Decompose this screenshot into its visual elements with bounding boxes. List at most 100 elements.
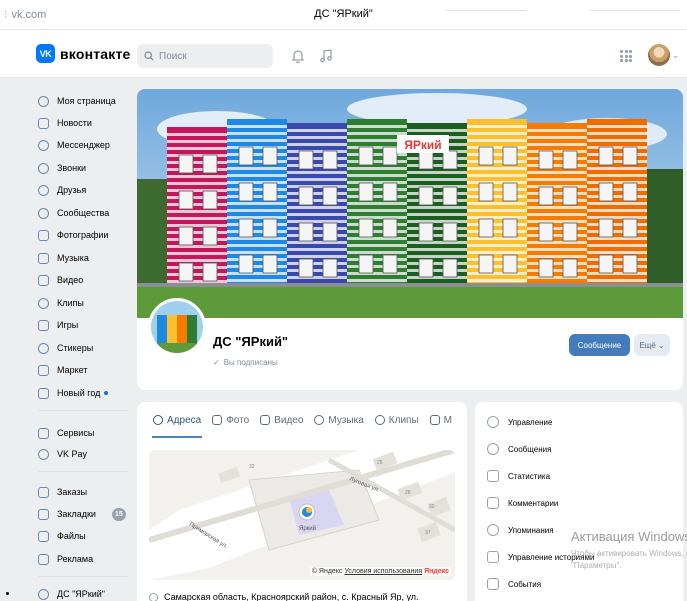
building-stripe: [407, 241, 467, 244]
building-stripe: [587, 251, 647, 254]
sidebar-item-services[interactable]: Сервисы: [38, 424, 94, 442]
building-stripe: [467, 216, 527, 219]
tab-video[interactable]: Видео: [260, 415, 303, 426]
building-window: [478, 182, 494, 202]
yandex-logo[interactable]: Яндекс: [424, 568, 449, 575]
groups-icon: [38, 207, 49, 219]
building-stripe: [167, 266, 227, 269]
building-stripe: [527, 164, 587, 167]
menu-item-events[interactable]: События: [487, 575, 541, 593]
sidebar-item-stickers[interactable]: Стикеры: [38, 339, 93, 357]
menu-item-label: Комментарии: [508, 498, 559, 508]
browser-divider: [446, 10, 526, 11]
building-window: [502, 218, 518, 238]
sidebar-item-ads[interactable]: Реклама: [38, 550, 93, 568]
bookmark-icon: [38, 508, 49, 520]
building-stripe: [287, 150, 347, 153]
video-icon: [38, 274, 49, 286]
map[interactable]: Яркий Луговая ул. Приморская ул. 32 26 2…: [149, 450, 455, 580]
tab-clips[interactable]: Клипы: [374, 415, 419, 426]
tab-label: М: [443, 414, 452, 426]
building-window: [202, 262, 218, 282]
building-stripe: [587, 132, 647, 135]
building-stripe: [587, 265, 647, 268]
building-stripe: [167, 161, 227, 164]
content-tabs: Адреса Фото Видео Музыка Клипы М: [137, 402, 467, 438]
avatar[interactable]: [648, 44, 670, 66]
sidebar-item-new-year[interactable]: Новый год: [38, 384, 109, 402]
tab-music[interactable]: Музыка: [314, 415, 364, 426]
sidebar-item-music[interactable]: Музыка: [38, 249, 89, 267]
menu-item-comments[interactable]: Комментарии: [487, 494, 558, 512]
sidebar-item-messenger[interactable]: Мессенджер: [38, 136, 110, 154]
tab-more[interactable]: М: [429, 414, 452, 426]
sidebar-item-my-page[interactable]: Моя страница: [38, 92, 116, 110]
bell-icon[interactable]: [290, 48, 306, 64]
building-stripe: [587, 188, 647, 191]
building-stripe: [527, 199, 587, 202]
search-input[interactable]: Поиск: [137, 44, 273, 68]
building-window: [238, 146, 254, 166]
sidebar-item-photos[interactable]: Фотографии: [38, 226, 108, 244]
building-stripe: [227, 139, 287, 142]
sidebar-item-clips[interactable]: Клипы: [38, 294, 84, 312]
sidebar-item-market[interactable]: Маркет: [38, 361, 87, 379]
sidebar-item-group-yarkiy[interactable]: ДС "ЯРкий": [38, 585, 105, 601]
building-stripe: [227, 195, 287, 198]
music-icon[interactable]: [318, 48, 334, 64]
tab-photo[interactable]: Фото: [212, 415, 249, 426]
building-stripe: [527, 206, 587, 209]
building-stripe: [527, 255, 587, 258]
building-stripe: [527, 220, 587, 223]
building-stripe: [587, 202, 647, 205]
sidebar-item-games[interactable]: Игры: [38, 316, 78, 334]
building-window: [442, 150, 458, 170]
menu-item-manage[interactable]: Управление: [487, 413, 552, 431]
sidebar-item-label: Фотографии: [57, 230, 109, 240]
apps-icon[interactable]: [620, 50, 632, 62]
menu-item-mentions[interactable]: Упоминания: [487, 521, 554, 539]
chevron-down-icon[interactable]: ⌄: [672, 50, 680, 61]
building-stripe: [287, 227, 347, 230]
tab-addresses[interactable]: Адреса: [153, 415, 201, 426]
building-stripe: [587, 181, 647, 184]
map-terms-link[interactable]: Условия использования: [344, 568, 422, 575]
sidebar-item-friends[interactable]: Друзья: [38, 181, 86, 199]
sidebar-item-label: Заказы: [57, 487, 88, 497]
building-stripe: [287, 192, 347, 195]
building-window: [358, 146, 374, 166]
building-stripe: [347, 272, 407, 275]
vk-logo[interactable]: VK вконтакте: [36, 44, 131, 63]
building-window: [562, 222, 578, 242]
menu-item-messages[interactable]: Сообщения: [487, 440, 551, 458]
sidebar-item-calls[interactable]: Звонки: [38, 159, 86, 177]
building-stripe: [167, 168, 227, 171]
building-stripe: [227, 223, 287, 226]
sidebar-item-bookmarks[interactable]: Закладки 15: [38, 505, 138, 523]
map-place-label: Яркий: [299, 525, 316, 532]
sidebar-item-groups[interactable]: Сообщества: [38, 204, 109, 222]
building-window: [622, 146, 638, 166]
building-window: [382, 254, 398, 274]
menu-item-label: Упоминания: [508, 525, 554, 535]
sidebar-item-label: Друзья: [57, 185, 87, 195]
more-button[interactable]: Ещё ⌄: [634, 334, 670, 356]
sidebar-item-video[interactable]: Видео: [38, 271, 83, 289]
photo-icon: [212, 415, 223, 425]
building-stripe: [407, 269, 467, 272]
building-stripe: [467, 223, 527, 226]
new-dot: [104, 391, 109, 395]
building-stripe: [587, 209, 647, 212]
sidebar-item-orders[interactable]: Заказы: [38, 483, 87, 501]
message-button[interactable]: Сообщение: [569, 334, 630, 356]
sidebar-item-label: Закладки: [57, 509, 96, 519]
menu-item-stats[interactable]: Статистика: [487, 467, 550, 485]
building-stripe: [467, 258, 527, 261]
sidebar-item-vk-pay[interactable]: VK Pay: [38, 445, 87, 463]
building-stripe: [167, 196, 227, 199]
building-stripe: [347, 244, 407, 247]
building-stripe: [587, 237, 647, 240]
group-avatar[interactable]: [148, 298, 206, 356]
sidebar-item-files[interactable]: Файлы: [38, 527, 86, 545]
sidebar-item-news[interactable]: Новости: [38, 114, 92, 132]
